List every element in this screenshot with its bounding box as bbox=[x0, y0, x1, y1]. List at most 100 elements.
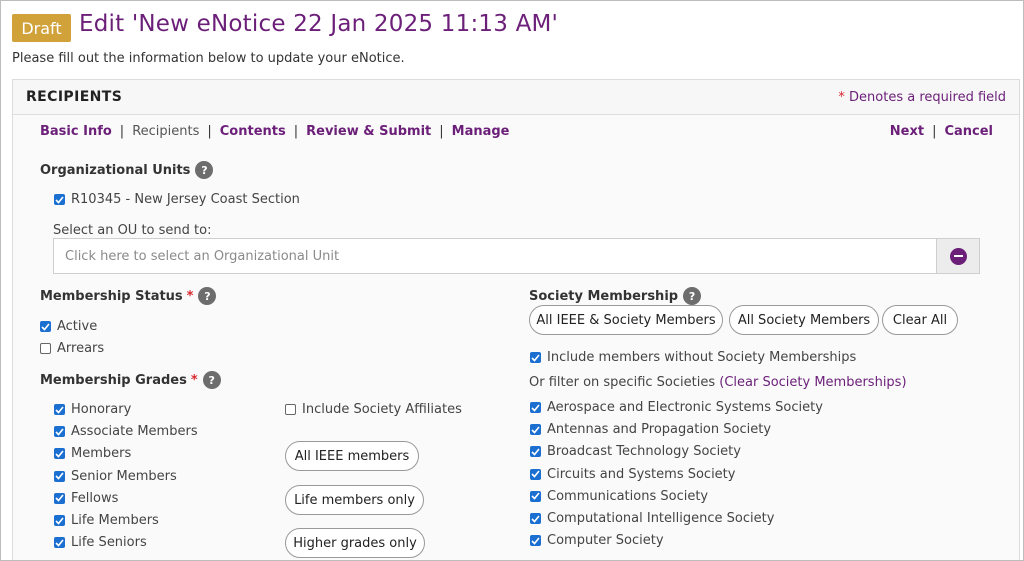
checkbox-row[interactable]: Antennas and Propagation Society bbox=[530, 422, 771, 437]
checkbox-row[interactable]: Members bbox=[54, 446, 131, 461]
checkbox-label: Aerospace and Electronic Systems Society bbox=[547, 400, 823, 415]
checkbox-label: Fellows bbox=[71, 490, 119, 506]
checkbox[interactable] bbox=[54, 515, 65, 526]
checkbox-row[interactable]: Arrears bbox=[40, 341, 104, 356]
page-title: Edit 'New eNotice 22 Jan 2025 11:13 AM' bbox=[79, 11, 559, 37]
help-icon[interactable]: ? bbox=[683, 287, 702, 305]
checkbox-label: Computer Society bbox=[547, 533, 664, 549]
membership-grades-label: Membership Grades * ? bbox=[40, 371, 221, 389]
checkbox-row[interactable]: Fellows bbox=[54, 491, 118, 506]
checkbox[interactable] bbox=[530, 468, 541, 480]
checkbox[interactable] bbox=[530, 513, 541, 524]
checkbox[interactable] bbox=[54, 448, 65, 460]
society-membership-label: Society Membership ? bbox=[529, 287, 702, 305]
checkbox[interactable] bbox=[54, 537, 65, 549]
nav-separator: | bbox=[293, 124, 299, 139]
checkbox[interactable] bbox=[54, 194, 65, 205]
required-note-text: Denotes a required field bbox=[849, 90, 1006, 105]
nav-manage[interactable]: Manage bbox=[452, 124, 510, 139]
checkbox-label: Active bbox=[57, 319, 98, 334]
ou-checkbox-label: R10345 - New Jersey Coast Section bbox=[71, 192, 300, 207]
checkbox-label: Life Seniors bbox=[71, 535, 147, 551]
checkbox[interactable] bbox=[530, 424, 541, 436]
include-without-row[interactable]: Include members without Society Membersh… bbox=[530, 350, 856, 365]
ou-checkbox-row[interactable]: R10345 - New Jersey Coast Section bbox=[54, 192, 300, 207]
checkbox-label: Antennas and Propagation Society bbox=[547, 422, 772, 438]
checkbox-row[interactable]: Communications Society bbox=[530, 489, 708, 504]
membership-status-label: Membership Status * ? bbox=[40, 287, 217, 305]
nav-contents[interactable]: Contents bbox=[220, 124, 286, 139]
checkbox[interactable] bbox=[54, 492, 65, 504]
checkbox[interactable] bbox=[54, 426, 65, 438]
nav-separator: | bbox=[932, 124, 937, 139]
nav-separator: | bbox=[119, 124, 125, 139]
required-star: * bbox=[190, 372, 198, 388]
all-ieee-society-members-button[interactable]: All IEEE & Society Members bbox=[529, 305, 723, 335]
checkbox[interactable] bbox=[530, 490, 541, 502]
clear-society-memberships-link[interactable]: (Clear Society Memberships) bbox=[719, 375, 906, 390]
society-membership-label-text: Society Membership bbox=[529, 288, 679, 304]
help-icon[interactable]: ? bbox=[198, 287, 217, 305]
checkbox-row[interactable]: Life Seniors bbox=[54, 535, 147, 550]
checkbox[interactable] bbox=[40, 321, 51, 332]
checkbox-row[interactable]: Aerospace and Electronic Systems Society bbox=[530, 400, 823, 415]
checkbox-row[interactable]: Computational Intelligence Society bbox=[530, 511, 774, 526]
org-units-label: Organizational Units ? bbox=[40, 161, 214, 179]
checkbox-label: Honorary bbox=[71, 402, 132, 417]
checkbox-label: Senior Members bbox=[71, 468, 177, 484]
include-affiliates-row[interactable]: Include Society Affiliates bbox=[285, 402, 462, 417]
checkbox-row[interactable]: Honorary bbox=[54, 402, 131, 417]
checkbox-row[interactable]: Circuits and Systems Society bbox=[530, 467, 735, 482]
checkbox-label: Life Members bbox=[71, 513, 159, 528]
higher-grades-only-button[interactable]: Higher grades only bbox=[285, 528, 425, 558]
nav-separator: | bbox=[207, 124, 212, 139]
membership-grades-label-text: Membership Grades bbox=[40, 372, 187, 388]
include-affiliates-label: Include Society Affiliates bbox=[302, 402, 462, 417]
nav-separator: | bbox=[439, 124, 444, 139]
intro-text: Please fill out the information below to… bbox=[12, 51, 405, 66]
checkbox-label: Associate Members bbox=[71, 424, 198, 440]
checkbox[interactable] bbox=[54, 404, 65, 415]
checkbox-label: Communications Society bbox=[547, 488, 709, 504]
org-units-label-text: Organizational Units bbox=[40, 162, 191, 178]
checkbox-row[interactable]: Senior Members bbox=[54, 469, 177, 484]
all-society-members-button[interactable]: All Society Members bbox=[729, 305, 879, 335]
checkbox[interactable] bbox=[54, 470, 65, 482]
checkbox-label: Arrears bbox=[57, 341, 105, 356]
checkbox-row[interactable]: Active bbox=[40, 319, 97, 334]
required-star: * bbox=[838, 90, 845, 105]
cancel-link[interactable]: Cancel bbox=[944, 124, 993, 139]
remove-ou-button[interactable] bbox=[936, 238, 980, 274]
nav-recipients: Recipients bbox=[132, 124, 200, 139]
recipients-panel: RECIPIENTS * Denotes a required field Ba… bbox=[12, 79, 1020, 560]
checkbox-row[interactable]: Life Members bbox=[54, 513, 159, 528]
checkbox[interactable] bbox=[285, 404, 296, 415]
checkbox-label: Broadcast Technology Society bbox=[547, 444, 741, 460]
checkbox-label: Computational Intelligence Society bbox=[547, 511, 775, 526]
checkbox-row[interactable]: Associate Members bbox=[54, 424, 198, 439]
filter-text: Or filter on specific Societies bbox=[529, 375, 716, 390]
checkbox[interactable] bbox=[40, 343, 51, 354]
help-icon[interactable]: ? bbox=[195, 161, 214, 179]
checkbox-label: Members bbox=[71, 446, 132, 462]
membership-status-label-text: Membership Status bbox=[40, 288, 183, 304]
checkbox-row[interactable]: Broadcast Technology Society bbox=[530, 444, 741, 459]
nav-review-submit[interactable]: Review & Submit bbox=[306, 124, 431, 139]
draft-badge: Draft bbox=[12, 14, 71, 42]
nav-basic-info[interactable]: Basic Info bbox=[40, 124, 112, 139]
ou-select-input[interactable]: Click here to select an Organizational U… bbox=[53, 238, 937, 274]
checkbox[interactable] bbox=[530, 446, 541, 458]
checkbox-row[interactable]: Computer Society bbox=[530, 533, 664, 548]
nav-actions: Next | Cancel bbox=[890, 124, 993, 139]
checkbox[interactable] bbox=[530, 352, 541, 363]
next-link[interactable]: Next bbox=[890, 124, 924, 139]
minus-circle-icon bbox=[949, 247, 967, 265]
help-icon[interactable]: ? bbox=[202, 371, 221, 389]
filter-societies-row: Or filter on specific Societies (Clear S… bbox=[529, 375, 907, 390]
checkbox[interactable] bbox=[530, 535, 541, 547]
step-nav: Basic Info | Recipients | Contents | Review & … bbox=[40, 124, 510, 139]
clear-all-button[interactable]: Clear All bbox=[882, 305, 958, 335]
checkbox[interactable] bbox=[530, 402, 541, 413]
life-members-only-button[interactable]: Life members only bbox=[285, 485, 424, 515]
all-ieee-members-button[interactable]: All IEEE members bbox=[285, 441, 419, 471]
